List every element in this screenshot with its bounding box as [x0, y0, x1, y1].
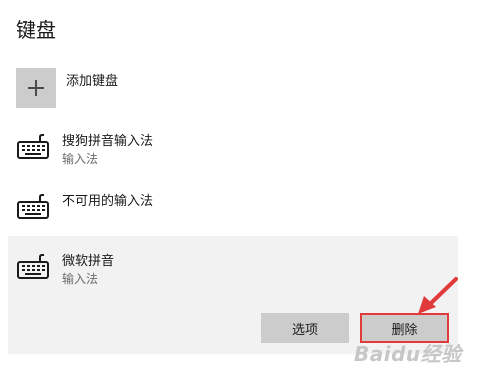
keyboard-name: 不可用的输入法 [62, 194, 154, 209]
keyboard-item-unavailable[interactable]: 不可用的输入法 [16, 190, 316, 240]
keyboard-name: 搜狗拼音输入法 [62, 134, 154, 149]
keyboard-type: 输入法 [62, 152, 99, 166]
red-arrow-icon [418, 277, 458, 314]
add-keyboard-label: 添加键盘 [66, 74, 119, 89]
keyboard-name: 微软拼音 [62, 254, 115, 269]
keyboard-item-microsoft-pinyin[interactable]: 微软拼音 输入法 [16, 250, 316, 300]
keyboard-icon [17, 134, 49, 159]
keyboard-icon [17, 254, 49, 279]
plus-icon [16, 68, 56, 108]
watermark: Baidu经验 [354, 342, 462, 366]
keyboard-item-sogou[interactable]: 搜狗拼音输入法 输入法 [16, 130, 316, 180]
keyboard-icon [17, 194, 49, 219]
page-title: 键盘 [16, 18, 56, 42]
options-button[interactable]: 选项 [261, 313, 349, 343]
keyboard-type: 输入法 [62, 272, 99, 286]
add-keyboard-button[interactable]: 添加键盘 [16, 68, 316, 108]
